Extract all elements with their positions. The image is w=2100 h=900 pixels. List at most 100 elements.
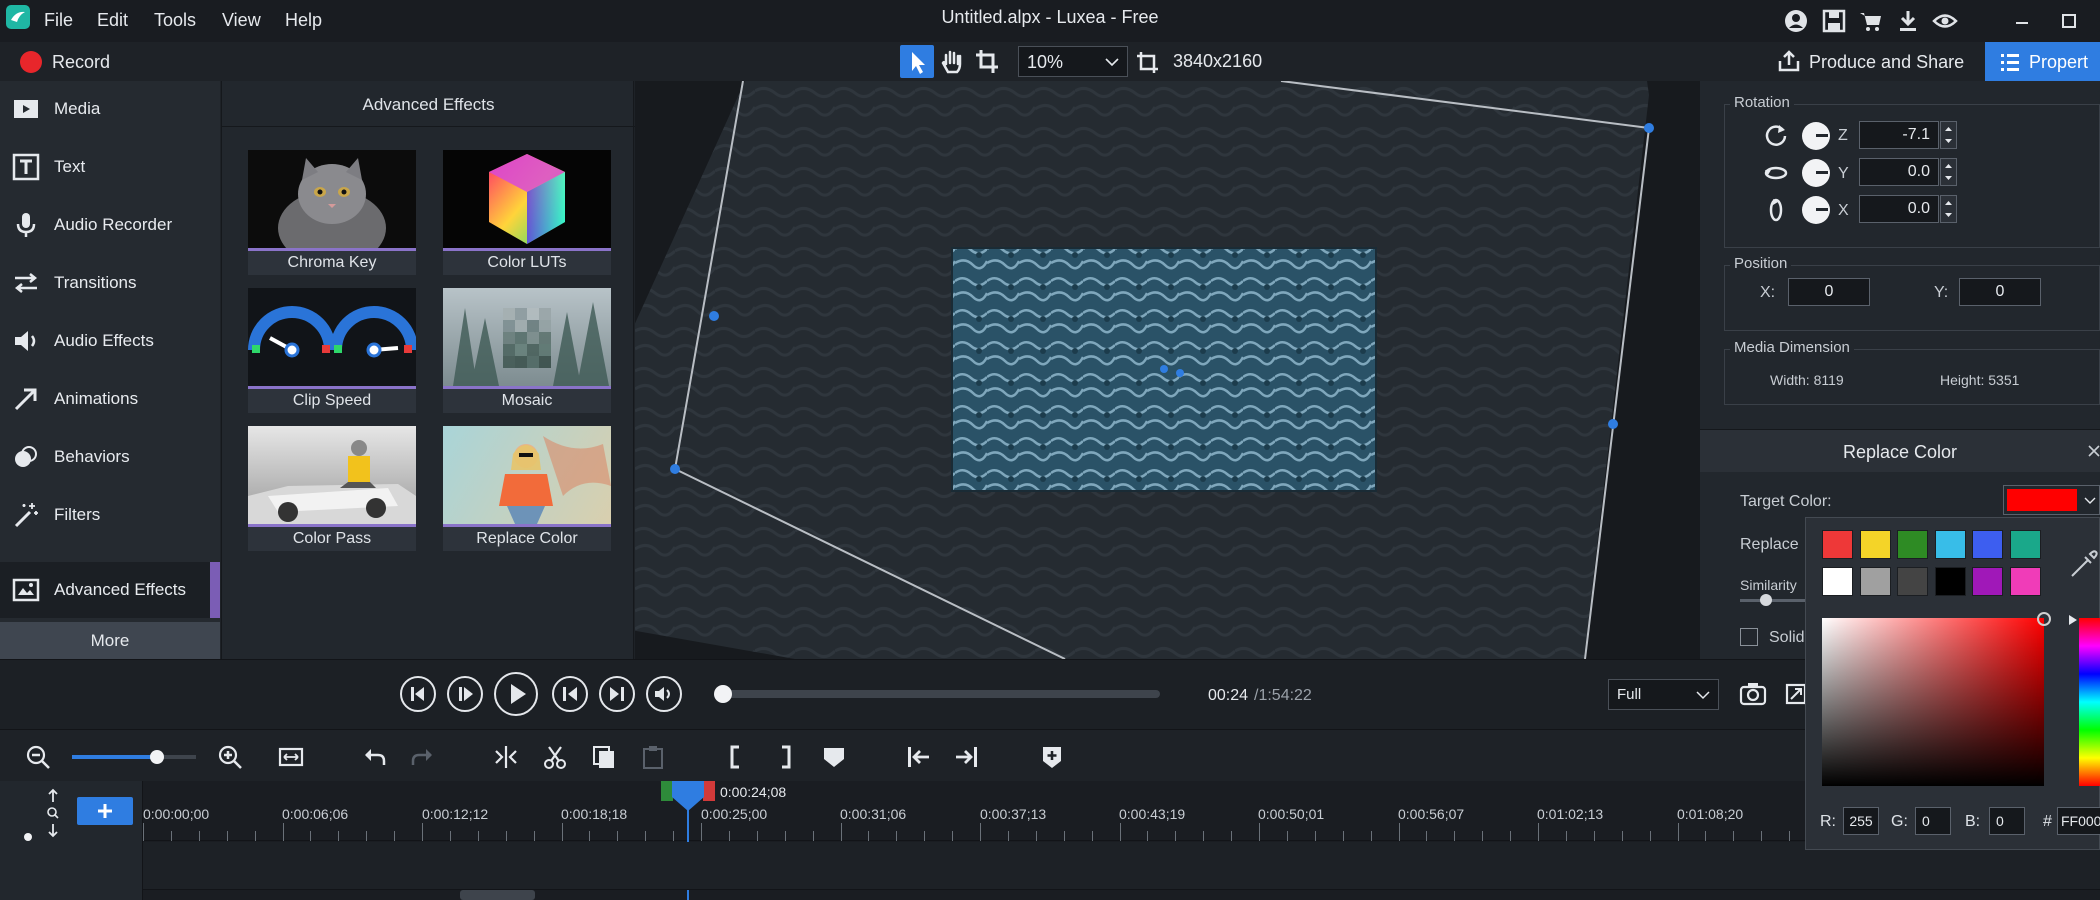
- sidebar-item-animations[interactable]: Animations: [0, 371, 220, 427]
- zoom-dropdown[interactable]: 10%: [1018, 46, 1128, 77]
- cart-icon[interactable]: [1858, 8, 1884, 34]
- effect-card-mosaic[interactable]: Mosaic: [443, 288, 611, 413]
- rotation-y-stepper[interactable]: [1940, 158, 1957, 186]
- fullscreen-button[interactable]: [1785, 681, 1807, 707]
- redo-icon[interactable]: [410, 744, 436, 770]
- color-swatch[interactable]: [1934, 567, 1966, 596]
- playback-progress-bar[interactable]: [720, 690, 1160, 698]
- position-y-field[interactable]: 0: [1959, 278, 2041, 306]
- next-edit-icon[interactable]: [954, 744, 980, 770]
- track-height-icon[interactable]: [43, 788, 63, 838]
- rotation-z-stepper[interactable]: [1940, 121, 1957, 149]
- snapshot-button[interactable]: [1739, 681, 1767, 707]
- playhead-handle[interactable]: [670, 781, 706, 811]
- effect-card-replace-color[interactable]: Replace Color: [443, 426, 611, 551]
- eye-icon[interactable]: [1932, 8, 1958, 34]
- sidebar-item-text[interactable]: Text: [0, 139, 220, 195]
- effect-card-color-pass[interactable]: Color Pass: [248, 426, 416, 551]
- properties-button[interactable]: Propert: [1985, 42, 2100, 81]
- sidebar-item-transitions[interactable]: Transitions: [0, 255, 220, 311]
- paste-icon[interactable]: [640, 744, 666, 770]
- add-track-button[interactable]: [77, 797, 133, 825]
- sidebar-item-media[interactable]: Media: [0, 81, 220, 137]
- sidebar-item-audio-recorder[interactable]: Audio Recorder: [0, 197, 220, 253]
- sidebar-item-audio-effects[interactable]: Audio Effects: [0, 313, 220, 369]
- rotation-x-stepper[interactable]: [1940, 195, 1957, 223]
- menu-view[interactable]: View: [222, 10, 261, 31]
- download-icon[interactable]: [1895, 8, 1921, 34]
- sidebar-item-filters[interactable]: Filters: [0, 487, 220, 543]
- minimize-icon[interactable]: [2010, 8, 2036, 34]
- crop-tool-button[interactable]: [970, 45, 1004, 78]
- rotation-z-field[interactable]: -7.1: [1859, 121, 1939, 149]
- color-swatch[interactable]: [1934, 530, 1966, 559]
- playback-progress-thumb[interactable]: [714, 685, 732, 703]
- menu-tools[interactable]: Tools: [154, 10, 196, 31]
- effect-card-chroma-key[interactable]: Chroma Key: [248, 150, 416, 275]
- rotation-z-dial[interactable]: [1802, 122, 1830, 150]
- sidebar-item-advanced-effects[interactable]: Advanced Effects: [0, 562, 220, 618]
- rotation-x-dial[interactable]: [1802, 196, 1830, 224]
- solid-checkbox[interactable]: [1740, 628, 1758, 646]
- effect-card-clip-speed[interactable]: Clip Speed: [248, 288, 416, 413]
- go-to-start-button[interactable]: [552, 676, 588, 712]
- account-icon[interactable]: [1783, 8, 1809, 34]
- color-swatch[interactable]: [1859, 567, 1891, 596]
- volume-button[interactable]: [646, 676, 682, 712]
- record-button[interactable]: Record: [18, 48, 128, 76]
- save-icon[interactable]: [1821, 8, 1847, 34]
- go-to-end-button[interactable]: [599, 676, 635, 712]
- maximize-icon[interactable]: [2058, 8, 2084, 34]
- hue-slider[interactable]: [2079, 618, 2100, 786]
- next-frame-button[interactable]: [447, 676, 483, 712]
- position-x-field[interactable]: 0: [1788, 278, 1870, 306]
- color-swatch[interactable]: [1972, 567, 2003, 596]
- saturation-value-area[interactable]: [1822, 618, 2044, 786]
- timeline[interactable]: 0:00:00;00 0:00:06;06 0:00:12;12 0:00:18…: [0, 781, 2100, 900]
- color-swatch[interactable]: [1859, 530, 1891, 559]
- undo-icon[interactable]: [361, 744, 387, 770]
- color-cursor[interactable]: [2037, 612, 2051, 626]
- rotation-x-field[interactable]: 0.0: [1859, 195, 1939, 223]
- color-swatch[interactable]: [2009, 530, 2041, 559]
- produce-and-share-button[interactable]: Produce and Share: [1772, 45, 1972, 78]
- green-input[interactable]: 0: [1915, 807, 1951, 835]
- rotation-y-field[interactable]: 0.0: [1859, 158, 1939, 186]
- color-swatch[interactable]: [1897, 567, 1928, 596]
- color-swatch[interactable]: [1897, 530, 1928, 559]
- close-icon[interactable]: [2088, 445, 2100, 457]
- play-button[interactable]: [494, 672, 538, 716]
- zoom-out-icon[interactable]: [25, 744, 51, 770]
- previous-edit-icon[interactable]: [905, 744, 931, 770]
- timeline-zoom-slider[interactable]: [72, 755, 196, 759]
- target-color-picker[interactable]: [2003, 485, 2100, 515]
- similarity-slider[interactable]: [1740, 599, 1810, 602]
- timeline-scrollbar[interactable]: [460, 890, 535, 900]
- fit-timeline-icon[interactable]: [278, 744, 304, 770]
- add-marker-icon[interactable]: [1039, 744, 1065, 770]
- red-input[interactable]: 255: [1843, 807, 1879, 835]
- color-swatch[interactable]: [1822, 530, 1853, 559]
- rotation-y-dial[interactable]: [1802, 159, 1830, 187]
- copy-icon[interactable]: [591, 744, 617, 770]
- blue-input[interactable]: 0: [1989, 807, 2025, 835]
- view-mode-dropdown[interactable]: Full: [1608, 679, 1719, 710]
- color-swatch[interactable]: [1972, 530, 2003, 559]
- eyedropper-icon[interactable]: [2068, 548, 2100, 580]
- color-swatch[interactable]: [1822, 567, 1853, 596]
- menu-help[interactable]: Help: [285, 10, 322, 31]
- resolution-icon[interactable]: [1135, 49, 1161, 75]
- mark-out-icon[interactable]: [772, 744, 798, 770]
- sidebar-item-behaviors[interactable]: Behaviors: [0, 429, 220, 485]
- preview-canvas[interactable]: [635, 81, 1700, 659]
- previous-marker-button[interactable]: [400, 676, 436, 712]
- similarity-slider-thumb[interactable]: [1760, 594, 1772, 606]
- mark-in-icon[interactable]: [723, 744, 749, 770]
- zoom-in-icon[interactable]: [217, 744, 243, 770]
- menu-edit[interactable]: Edit: [97, 10, 128, 31]
- split-icon[interactable]: [493, 744, 519, 770]
- more-button[interactable]: More: [0, 622, 220, 659]
- timeline-zoom-thumb[interactable]: [150, 750, 164, 764]
- marker-icon[interactable]: [821, 744, 847, 770]
- select-tool-button[interactable]: [900, 45, 934, 78]
